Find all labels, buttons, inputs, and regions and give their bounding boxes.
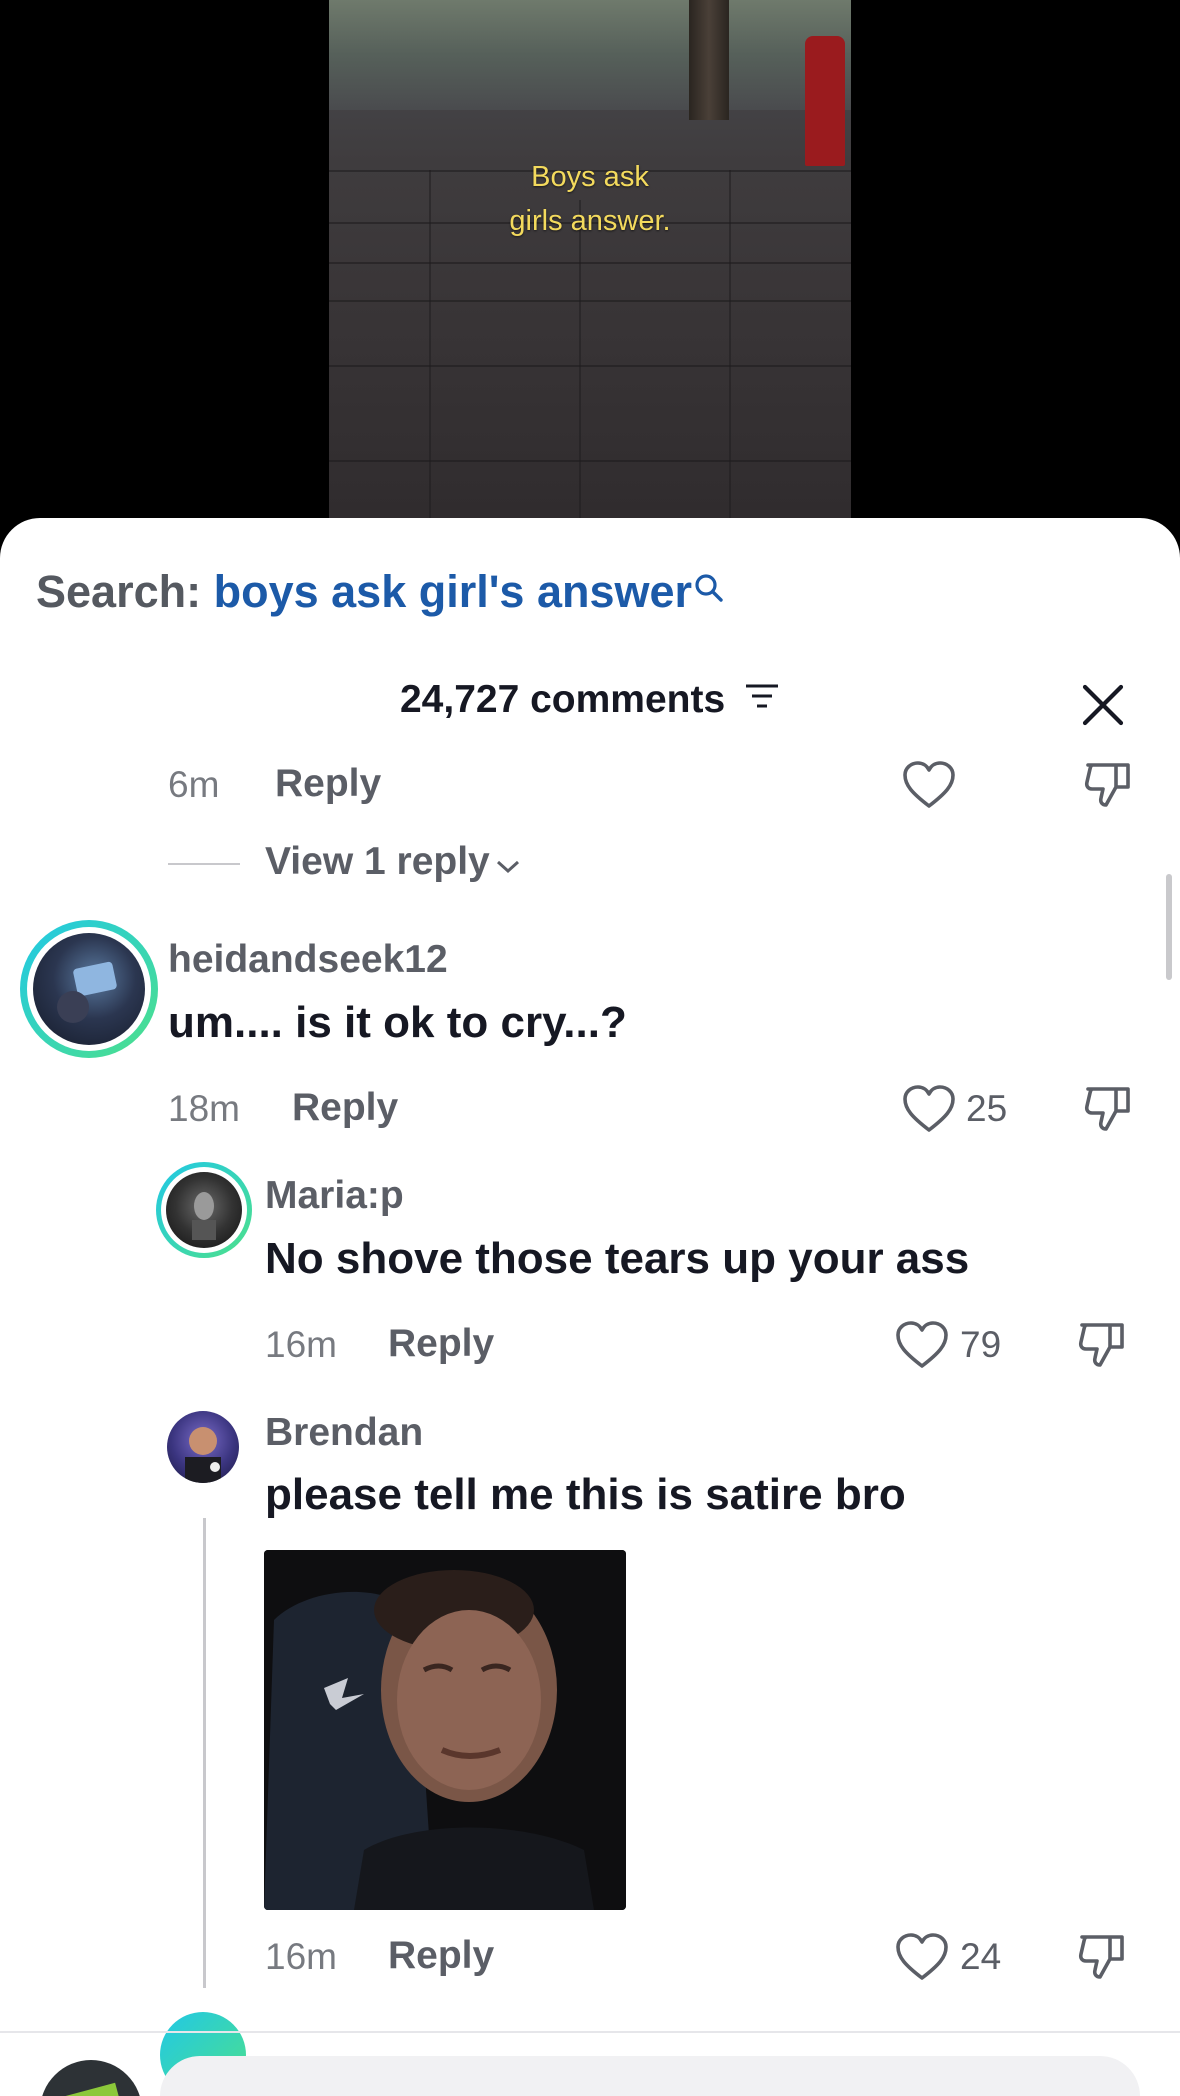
comment-username[interactable]: Brendan bbox=[265, 1411, 423, 1455]
search-icon[interactable] bbox=[694, 562, 724, 614]
reply-button[interactable]: Reply bbox=[388, 1934, 494, 1978]
dislike-icon[interactable] bbox=[1076, 1931, 1128, 1983]
search-query-link[interactable]: boys ask girl's answer bbox=[214, 566, 692, 617]
search-suggestion[interactable]: Search: boys ask girl's answer bbox=[36, 566, 724, 618]
view-replies-divider bbox=[168, 863, 240, 865]
view-replies-label: View 1 reply bbox=[265, 840, 490, 883]
comment-text: please tell me this is satire bro bbox=[265, 1470, 906, 1519]
composer-divider bbox=[0, 2031, 1180, 2033]
video-player[interactable]: Boys ask girls answer. bbox=[329, 0, 851, 540]
comments-count: 24,727 comments bbox=[399, 678, 726, 721]
dislike-icon[interactable] bbox=[1082, 1083, 1134, 1135]
pavement-joint bbox=[329, 300, 851, 302]
pavement-joint bbox=[329, 262, 851, 264]
heart-icon[interactable] bbox=[895, 1932, 949, 1982]
like-count: 79 bbox=[960, 1324, 1002, 1365]
like-count: 24 bbox=[960, 1936, 1002, 1977]
avatar bbox=[40, 2060, 142, 2096]
comment-time: 18m bbox=[168, 1088, 240, 1129]
dislike-icon[interactable] bbox=[1082, 759, 1134, 811]
video-caption: Boys ask girls answer. bbox=[329, 155, 851, 243]
comments-sheet: Search: boys ask girl's answer 24,727 co… bbox=[0, 518, 1180, 2096]
pavement-joint bbox=[329, 365, 851, 367]
heart-icon[interactable] bbox=[902, 1084, 956, 1134]
caption-line-1: Boys ask bbox=[531, 161, 649, 193]
comment-time: 16m bbox=[265, 1324, 337, 1365]
reply-button[interactable]: Reply bbox=[275, 762, 381, 806]
heart-icon[interactable] bbox=[902, 760, 956, 810]
dislike-icon[interactable] bbox=[1076, 1319, 1128, 1371]
reply-button[interactable]: Reply bbox=[292, 1086, 398, 1130]
tree-trunk bbox=[689, 0, 729, 120]
comment-username[interactable]: Maria:p bbox=[265, 1174, 404, 1218]
comments-header: 24,727 comments bbox=[0, 678, 1180, 722]
pavement-joint bbox=[329, 460, 851, 462]
scrollbar[interactable] bbox=[1166, 874, 1172, 980]
comment-time: 6m bbox=[168, 764, 220, 805]
avatar[interactable] bbox=[166, 1172, 242, 1248]
reply-button[interactable]: Reply bbox=[388, 1322, 494, 1366]
caption-line-2: girls answer. bbox=[509, 205, 671, 237]
filter-icon[interactable] bbox=[744, 677, 780, 721]
heart-icon[interactable] bbox=[895, 1320, 949, 1370]
like-count: 25 bbox=[966, 1088, 1008, 1129]
search-label: Search: bbox=[36, 566, 202, 617]
close-icon[interactable] bbox=[1082, 684, 1124, 726]
comment-input[interactable] bbox=[160, 2056, 1140, 2096]
comment-gif-image[interactable] bbox=[264, 1550, 626, 1910]
postbox bbox=[805, 36, 845, 166]
chevron-down-icon bbox=[494, 842, 522, 886]
comment-text: No shove those tears up your ass bbox=[265, 1234, 970, 1283]
street-background bbox=[329, 0, 851, 110]
pavement-joint bbox=[579, 200, 581, 540]
comment-time: 16m bbox=[265, 1936, 337, 1977]
avatar[interactable] bbox=[33, 933, 145, 1045]
comment-text: um.... is it ok to cry...? bbox=[168, 998, 627, 1047]
thread-line bbox=[203, 1518, 206, 1988]
view-replies-button[interactable]: View 1 reply bbox=[265, 840, 522, 886]
avatar[interactable] bbox=[167, 1411, 239, 1483]
comment-username[interactable]: heidandseek12 bbox=[168, 938, 448, 982]
